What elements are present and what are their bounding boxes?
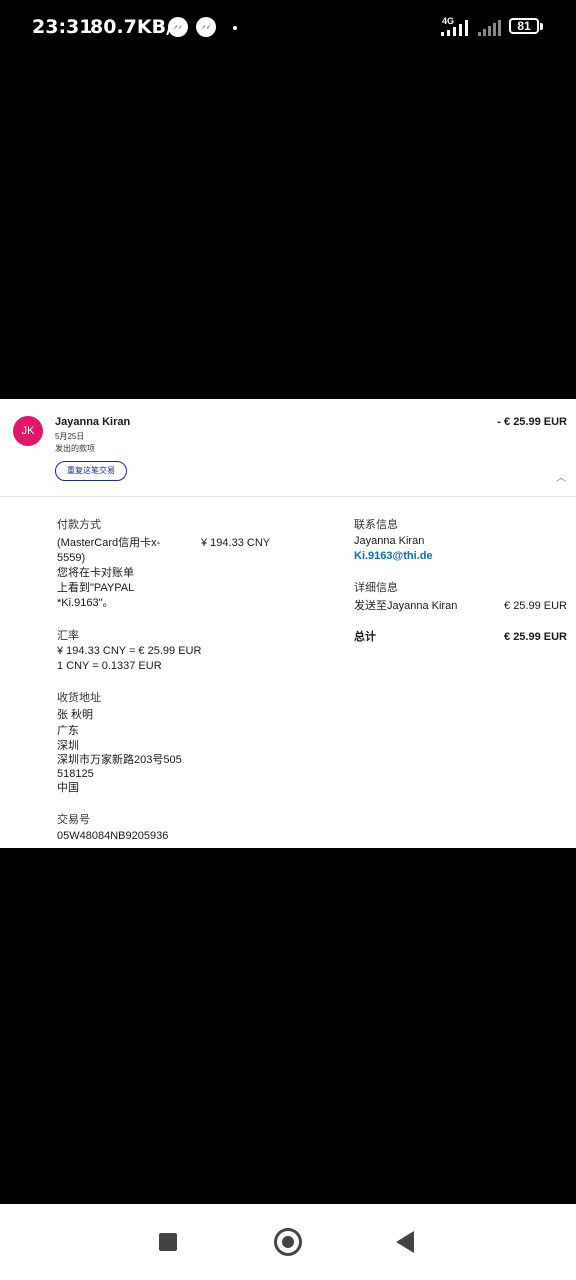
payment-method-heading: 付款方式 bbox=[57, 519, 101, 531]
status-time: 23:31 bbox=[32, 16, 93, 38]
card-line1: (MasterCard信用卡x- bbox=[57, 537, 161, 549]
payment-amount-cny: ¥ 194.33 CNY bbox=[201, 537, 271, 549]
address-line: 深圳 bbox=[57, 740, 79, 752]
details-heading: 详细信息 bbox=[354, 582, 398, 594]
address-line: 深圳市万家新路203号505 bbox=[57, 754, 182, 766]
status-bar: 23:31 80.7KB/s 4G 81 bbox=[0, 0, 576, 56]
statement-line1: 您将在卡对账单 bbox=[57, 567, 134, 579]
statement-line2: 上看到"PAYPAL bbox=[57, 582, 135, 594]
divider bbox=[0, 496, 576, 497]
recents-button[interactable] bbox=[159, 1233, 177, 1251]
exchange-rate-heading: 汇率 bbox=[57, 630, 79, 642]
total-label: 总计 bbox=[354, 631, 376, 643]
battery-level: 81 bbox=[517, 19, 531, 33]
navigation-bar bbox=[0, 1204, 576, 1280]
total-amount: € 25.99 EUR bbox=[504, 631, 567, 643]
address-line: 广东 bbox=[57, 725, 79, 737]
repeat-transaction-button[interactable]: 重复这笔交易 bbox=[55, 461, 127, 481]
transaction-id-heading: 交易号 bbox=[57, 814, 90, 826]
back-button[interactable] bbox=[396, 1231, 414, 1253]
transaction-amount: - € 25.99 EUR bbox=[497, 416, 567, 428]
home-icon bbox=[282, 1236, 294, 1248]
notification-dot-icon bbox=[233, 26, 237, 30]
shipping-address-heading: 收货地址 bbox=[57, 692, 101, 704]
exchange-rate-line1: ¥ 194.33 CNY = € 25.99 EUR bbox=[57, 645, 202, 657]
transaction-date: 5月25日 bbox=[55, 432, 85, 441]
card-line2: 5559) bbox=[57, 552, 86, 564]
messenger-icon bbox=[196, 17, 216, 37]
battery-cap bbox=[540, 23, 543, 30]
recipient-name: Jayanna Kiran bbox=[55, 416, 131, 428]
chevron-up-icon[interactable]: ︿ bbox=[556, 469, 566, 484]
contact-name: Jayanna Kiran bbox=[354, 535, 425, 547]
signal-icon bbox=[478, 20, 501, 36]
sent-to-amount: € 25.99 EUR bbox=[504, 600, 567, 612]
sent-to-label: 发送至Jayanna Kiran bbox=[354, 600, 458, 612]
signal-icon bbox=[441, 20, 468, 36]
exchange-rate-line2: 1 CNY = 0.1337 EUR bbox=[57, 660, 162, 672]
messenger-icon bbox=[168, 17, 188, 37]
address-line: 中国 bbox=[57, 782, 79, 794]
transaction-type: 发出的款项 bbox=[55, 444, 95, 453]
avatar: JK bbox=[13, 416, 43, 446]
address-line: 张 秋明 bbox=[57, 709, 94, 721]
contact-email-link[interactable]: Ki.9163@thi.de bbox=[354, 549, 433, 564]
transaction-id: 05W48084NB9205936 bbox=[57, 830, 169, 842]
transaction-card: JK Jayanna Kiran 5月25日 发出的款项 重复这笔交易 - € … bbox=[0, 399, 576, 848]
statement-line3: *Ki.9163"。 bbox=[57, 597, 114, 609]
home-button[interactable] bbox=[274, 1228, 302, 1256]
contact-heading: 联系信息 bbox=[354, 519, 398, 531]
address-line: 518125 bbox=[57, 768, 94, 780]
